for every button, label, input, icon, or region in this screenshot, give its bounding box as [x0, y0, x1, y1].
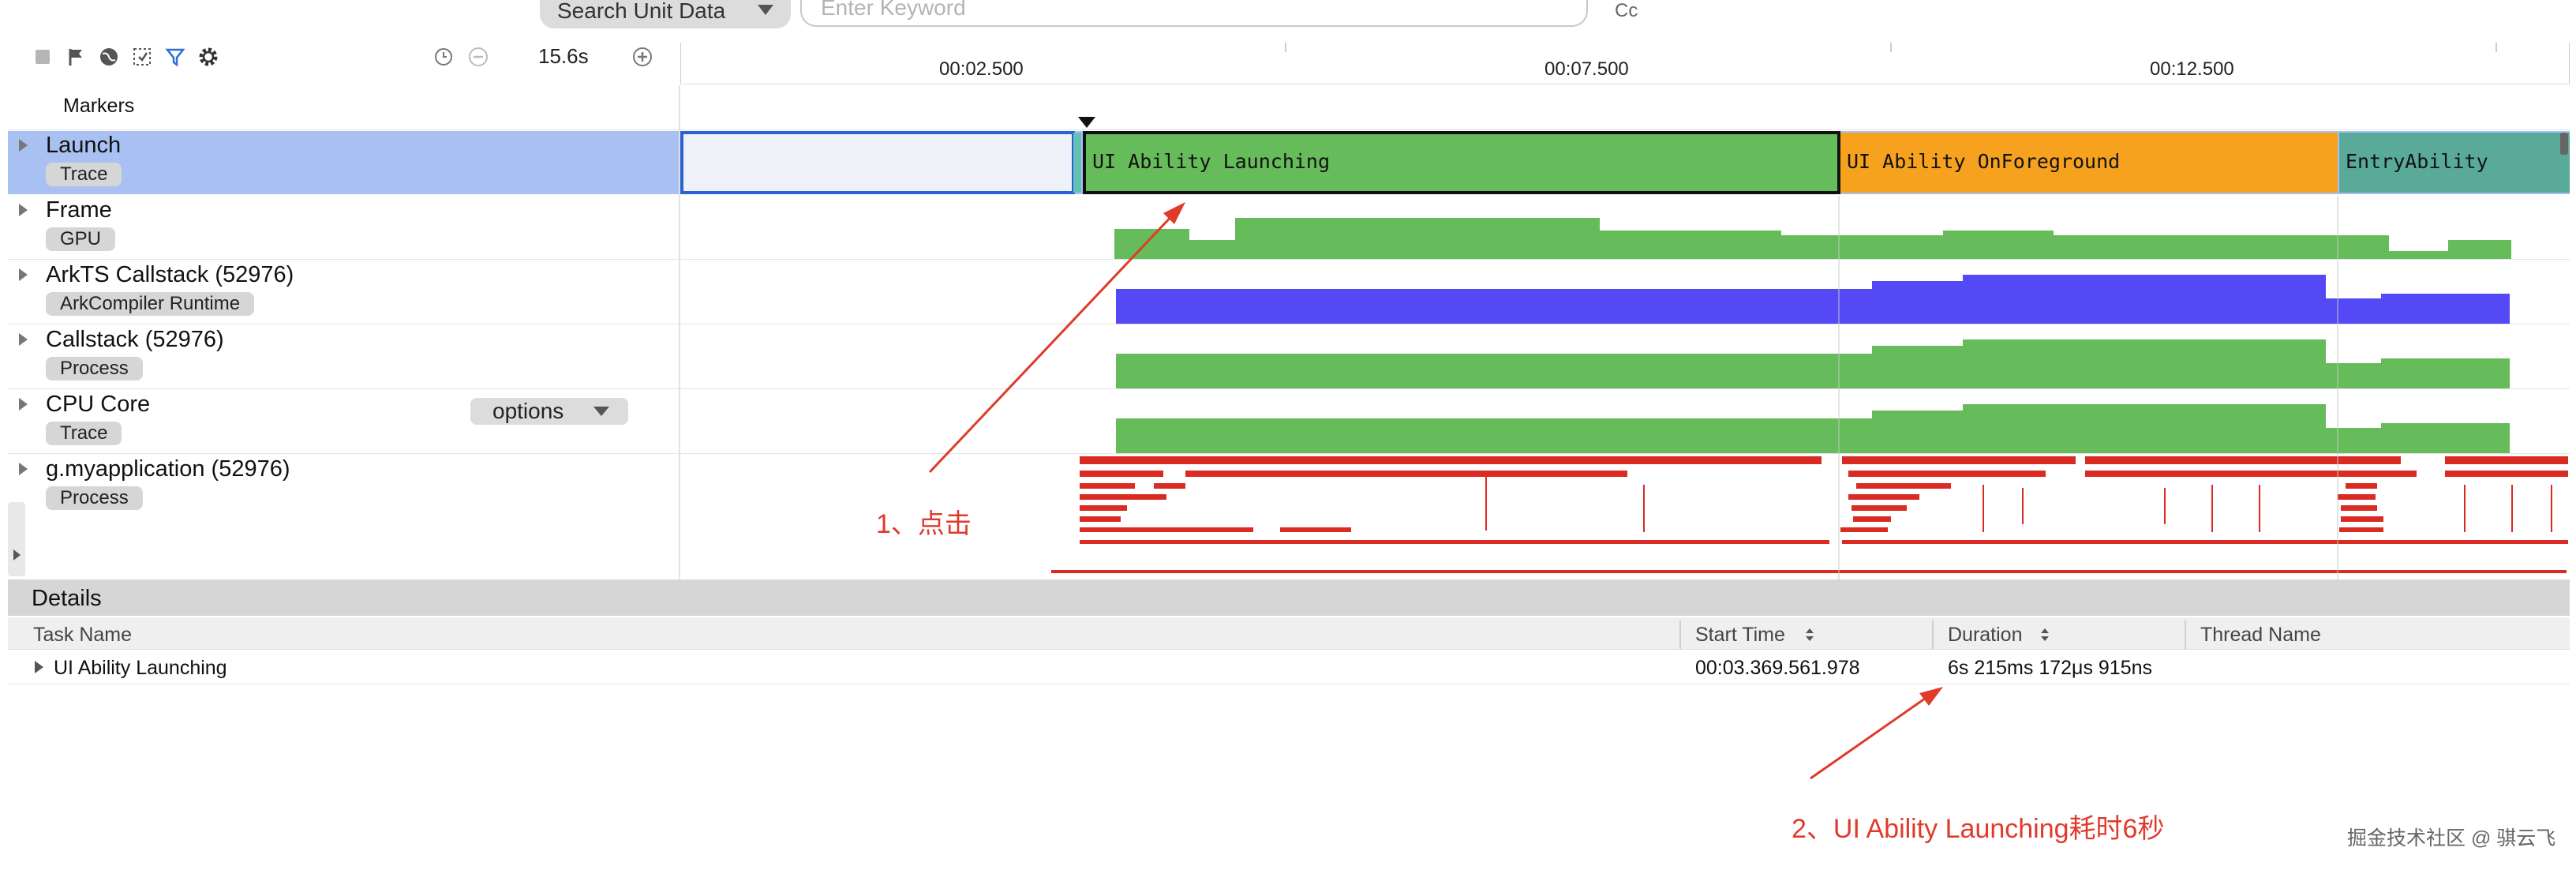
details-table-header: Task Name Start Time Duration Thread Nam…: [8, 617, 2570, 650]
slice-label: UI Ability Launching: [1092, 150, 1331, 173]
start-time-cell: 00:03.369.561.978: [1695, 657, 1860, 679]
reset-zoom-icon[interactable]: [432, 46, 455, 68]
ruler-tick-label: 00:07.500: [1544, 58, 1629, 80]
gear-icon[interactable]: [197, 46, 219, 68]
track-badge: Process: [46, 357, 143, 381]
track-title: Frame: [46, 197, 112, 223]
track-badge: Trace: [46, 422, 122, 445]
table-row[interactable]: UI Ability Launching 00:03.369.561.978 6…: [8, 651, 2570, 684]
column-duration[interactable]: Duration: [1948, 624, 2023, 647]
column-thread-name[interactable]: Thread Name: [2200, 624, 2321, 647]
time-ruler[interactable]: 00:02.500 00:07.500 00:12.500: [680, 35, 2570, 84]
details-title: Details: [32, 586, 102, 611]
search-unit-label: Search Unit Data: [557, 0, 726, 23]
left-panel-scrollbar[interactable]: [8, 502, 25, 576]
options-label: options: [492, 399, 564, 423]
process-thread-marks[interactable]: [1051, 456, 2568, 573]
track-title: Callstack (52976): [46, 327, 224, 352]
flag-icon[interactable]: [65, 46, 87, 68]
sort-icon[interactable]: [2039, 627, 2050, 643]
column-divider[interactable]: [2185, 621, 2186, 649]
column-divider[interactable]: [1679, 621, 1681, 649]
sort-icon[interactable]: [1804, 627, 1815, 643]
expand-icon[interactable]: [19, 204, 28, 216]
expand-icon[interactable]: [19, 463, 28, 475]
zoom-out-icon[interactable]: [467, 46, 489, 68]
annotation-arrow-2: [1810, 687, 1943, 780]
frame-gpu-graph[interactable]: [1114, 218, 2511, 259]
play-icon: [13, 549, 21, 561]
zoom-level: 15.6s: [538, 44, 589, 68]
zoom-in-icon[interactable]: [631, 46, 653, 68]
expand-icon[interactable]: [19, 398, 28, 411]
cpu-core-graph[interactable]: [1116, 404, 2510, 453]
track-badge: Process: [46, 486, 143, 510]
callstack-graph[interactable]: [1116, 339, 2510, 388]
slice-label: EntryAbility: [2346, 150, 2488, 173]
column-task-name[interactable]: Task Name: [33, 624, 132, 647]
annotation-step-2: 2、UI Ability Launching耗时6秒: [1792, 814, 2165, 844]
column-start-time[interactable]: Start Time: [1695, 624, 1785, 647]
stop-icon[interactable]: [32, 46, 54, 68]
keyword-placeholder: Enter Keyword: [821, 0, 966, 20]
track-badge: Trace: [46, 163, 122, 186]
track-title: g.myapplication (52976): [46, 456, 290, 482]
scroll-thumb[interactable]: [2560, 133, 2568, 155]
select-region-icon[interactable]: [131, 46, 153, 68]
keyword-search-input[interactable]: Enter Keyword: [800, 0, 1588, 27]
expand-icon[interactable]: [19, 139, 28, 152]
expand-icon[interactable]: [35, 661, 43, 673]
timeline-toolbar: 15.6s: [8, 35, 677, 82]
track-badge: GPU: [46, 227, 116, 251]
track-title: Launch: [46, 133, 122, 158]
top-search-bar: Search Unit Data Enter Keyword Cc: [0, 0, 2576, 32]
ruler-tick-label: 00:02.500: [939, 58, 1024, 80]
track-title: ArkTS Callstack (52976): [46, 262, 294, 287]
slice-label: UI Ability OnForeground: [1847, 150, 2121, 173]
markers-label: Markers: [63, 95, 135, 117]
watermark: 掘金技术社区 @ 骐云飞: [2347, 827, 2556, 849]
track-title: CPU Core: [46, 392, 151, 417]
details-panel-header: Details: [8, 579, 2570, 616]
track-badge: ArkCompiler Runtime: [46, 292, 255, 316]
cpu-core-options-dropdown[interactable]: options: [470, 398, 628, 425]
case-sensitive-toggle[interactable]: Cc: [1615, 0, 1638, 22]
task-name-cell: UI Ability Launching: [54, 657, 227, 679]
globe-icon[interactable]: [98, 46, 120, 68]
column-divider[interactable]: [1932, 621, 1934, 649]
duration-cell: 6s 215ms 172μs 915ns: [1948, 657, 2153, 679]
launch-pre-slice[interactable]: [680, 131, 1075, 194]
chevron-down-icon: [593, 407, 609, 416]
annotation-step-1: 1、点击: [876, 509, 972, 539]
filter-icon[interactable]: [164, 46, 186, 68]
ruler-tick-label: 00:12.500: [2150, 58, 2234, 80]
launch-gap-slice[interactable]: [1073, 133, 1081, 193]
chevron-down-icon: [758, 5, 773, 15]
search-unit-dropdown[interactable]: Search Unit Data: [540, 0, 791, 28]
expand-icon[interactable]: [19, 268, 28, 281]
expand-icon[interactable]: [19, 333, 28, 346]
arkts-callstack-graph[interactable]: [1116, 275, 2510, 324]
